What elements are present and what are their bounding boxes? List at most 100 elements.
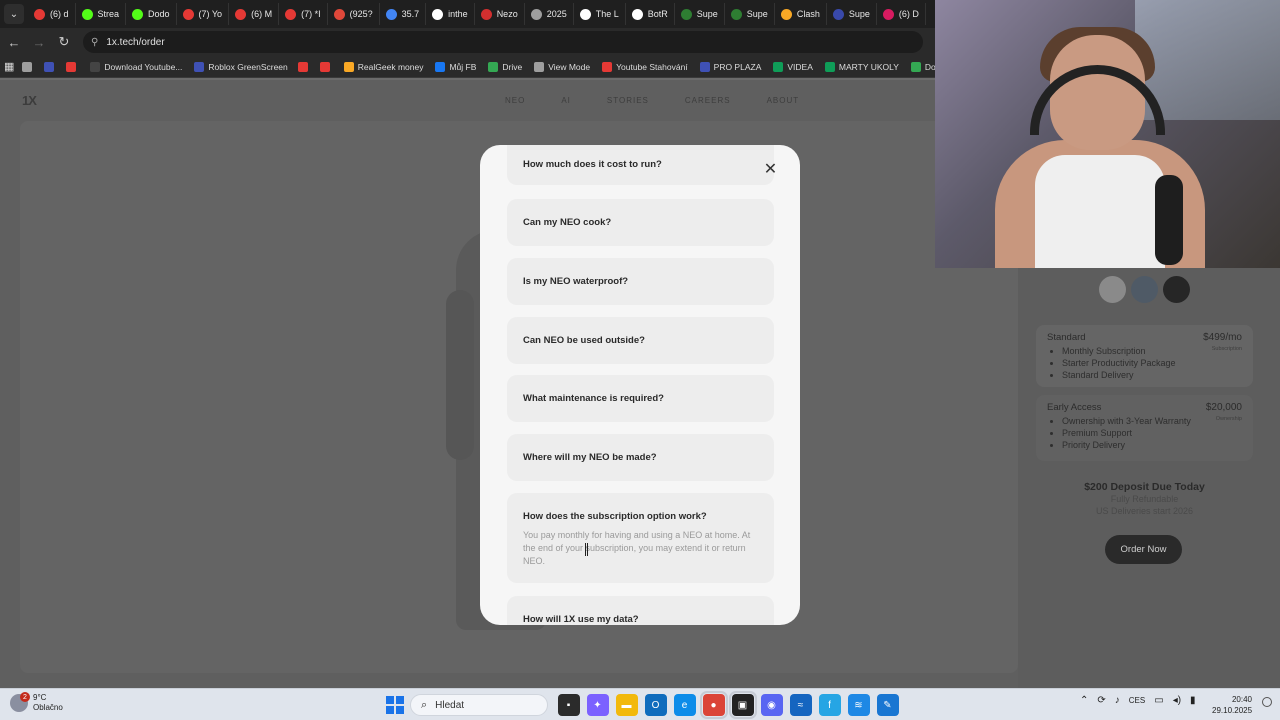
color-swatch-black[interactable] xyxy=(1163,276,1190,303)
bookmark-label: MARTY UKOLY xyxy=(838,61,899,72)
microphone-icon[interactable]: ♪ xyxy=(1115,695,1120,706)
browser-tab[interactable]: Dodo xyxy=(126,3,177,25)
bookmark-item[interactable]: Drive xyxy=(482,61,528,72)
chevron-down-icon[interactable]: ⌄ xyxy=(4,4,24,24)
bookmark-item[interactable]: Můj FB xyxy=(429,61,482,72)
browser-tab[interactable]: 2025 xyxy=(525,3,574,25)
clock[interactable]: 20:40 29.10.2025 xyxy=(1212,694,1252,716)
nav-link-neo[interactable]: NEO xyxy=(505,96,525,105)
taskbar-search[interactable]: ⌕ Hledat xyxy=(410,694,548,716)
forward-icon[interactable]: → xyxy=(28,31,50,53)
close-icon[interactable]: ✕ xyxy=(762,160,779,178)
browser-tab[interactable]: (7) *I xyxy=(279,3,328,25)
sync-icon[interactable]: ⟳ xyxy=(1097,695,1105,706)
apps-icon[interactable]: ▦ xyxy=(0,60,18,73)
notifications-icon[interactable] xyxy=(1262,697,1272,707)
network-icon[interactable]: ▭ xyxy=(1154,695,1163,706)
bookmark-favicon-icon xyxy=(319,61,330,72)
copilot-icon[interactable]: ✦ xyxy=(586,694,609,716)
tab-favicon-icon xyxy=(579,8,591,20)
bookmark-label: PRO PLAZA xyxy=(713,61,762,72)
site-info-icon[interactable]: ⚲ xyxy=(91,37,98,48)
order-now-button[interactable]: Order Now xyxy=(1105,535,1182,564)
tab-label: Supe xyxy=(848,9,870,19)
app-icon[interactable]: ✎ xyxy=(876,694,899,716)
tab-favicon-icon xyxy=(182,8,194,20)
nav-link-careers[interactable]: CAREERS xyxy=(685,96,731,105)
browser-tab[interactable]: Clash xyxy=(775,3,827,25)
bookmark-item[interactable] xyxy=(62,61,84,72)
site-logo[interactable]: 1X xyxy=(22,93,37,108)
plan-early-access[interactable]: Early Access $20,000 Ownership Ownership… xyxy=(1036,395,1253,461)
bookmark-item[interactable]: VIDEA xyxy=(767,61,819,72)
bookmark-item[interactable]: Youtube Stahování xyxy=(596,61,694,72)
bookmark-item[interactable]: View Mode xyxy=(528,61,596,72)
weather-widget[interactable]: 2 9°C Oblačno xyxy=(10,692,63,713)
browser-tab[interactable]: (7) Yo xyxy=(177,3,230,25)
chrome-icon[interactable]: ● xyxy=(699,691,728,719)
app-icon[interactable]: ≋ xyxy=(847,694,870,716)
browser-toolbar: ← → ↻ ⚲ 1x.tech/order xyxy=(0,28,935,56)
app-icon[interactable]: ≈ xyxy=(789,694,812,716)
browser-tab[interactable]: Strea xyxy=(76,3,127,25)
browser-tab[interactable]: Nezo xyxy=(475,3,525,25)
browser-tab[interactable]: Supe xyxy=(725,3,775,25)
app-icon[interactable]: f xyxy=(818,694,841,716)
task-view-icon[interactable]: ▪ xyxy=(557,694,580,716)
bookmark-item[interactable]: MARTY UKOLY xyxy=(819,61,905,72)
browser-tab[interactable]: (6) M xyxy=(229,3,280,25)
windows-start-icon[interactable] xyxy=(386,696,404,714)
language-indicator[interactable]: CES xyxy=(1129,696,1145,705)
browser-tab[interactable]: Supe xyxy=(827,3,877,25)
notification-badge: 2 xyxy=(20,692,30,702)
terminal-icon[interactable]: ▣ xyxy=(728,691,757,719)
nav-link-stories[interactable]: STORIES xyxy=(607,96,649,105)
faq-answer: You pay monthly for having and using a N… xyxy=(523,530,751,566)
windows-taskbar: 2 9°C Oblačno ⌕ Hledat ▪ ✦ ▬ O e ● ▣ ◉ ≈… xyxy=(0,688,1280,720)
bookmark-item[interactable] xyxy=(18,61,40,72)
bookmark-item[interactable]: Roblox GreenScreen xyxy=(188,61,293,72)
browser-tab[interactable]: inthe xyxy=(426,3,475,25)
discord-icon[interactable]: ◉ xyxy=(760,694,783,716)
bookmark-item[interactable] xyxy=(40,61,62,72)
chevron-up-icon[interactable]: ⌃ xyxy=(1080,695,1088,706)
outlook-icon[interactable]: O xyxy=(644,694,667,716)
faq-item-expanded[interactable]: How does the subscription option work? Y… xyxy=(507,493,774,583)
browser-tab[interactable]: The L xyxy=(574,3,626,25)
address-bar[interactable]: ⚲ 1x.tech/order xyxy=(83,31,923,53)
back-icon[interactable]: ← xyxy=(3,31,25,53)
faq-item[interactable]: Can NEO be used outside? xyxy=(507,317,774,364)
faq-question: Can NEO be used outside? xyxy=(523,335,645,346)
tab-label: Nezo xyxy=(496,9,518,19)
bookmark-item[interactable] xyxy=(316,61,338,72)
browser-tab[interactable]: (925? xyxy=(328,3,380,25)
faq-item[interactable]: How much does it cost to run? xyxy=(507,145,774,185)
browser-tab[interactable]: Supe xyxy=(675,3,725,25)
edge-icon[interactable]: e xyxy=(673,694,696,716)
faq-item[interactable]: Is my NEO waterproof? xyxy=(507,258,774,305)
reload-icon[interactable]: ↻ xyxy=(53,31,75,53)
browser-tab[interactable]: 35.7 xyxy=(380,3,427,25)
browser-tab[interactable]: (6) D xyxy=(877,3,926,25)
faq-item[interactable]: What maintenance is required? xyxy=(507,375,774,422)
bookmark-favicon-icon xyxy=(699,61,710,72)
color-swatch-grey[interactable] xyxy=(1131,276,1158,303)
nav-link-ai[interactable]: AI xyxy=(561,96,571,105)
faq-item[interactable]: How will 1X use my data? xyxy=(507,596,774,625)
faq-item[interactable]: Can my NEO cook? xyxy=(507,199,774,246)
volume-icon[interactable]: ◂) xyxy=(1173,695,1181,706)
nav-link-about[interactable]: ABOUT xyxy=(767,96,800,105)
tab-label: 35.7 xyxy=(401,9,420,19)
faq-item[interactable]: Where will my NEO be made? xyxy=(507,434,774,481)
browser-tab[interactable]: (6) d xyxy=(28,3,76,25)
browser-tab[interactable]: BotR xyxy=(626,3,675,25)
bookmark-item[interactable]: Download Youtube... xyxy=(84,61,188,72)
bookmark-item[interactable]: RealGeek money xyxy=(338,61,430,72)
bookmark-item[interactable]: PRO PLAZA xyxy=(694,61,768,72)
bookmark-favicon-icon xyxy=(22,61,33,72)
plan-standard[interactable]: Standard $499/mo Subscription Monthly Su… xyxy=(1036,325,1253,387)
color-swatch-light[interactable] xyxy=(1099,276,1126,303)
file-explorer-icon[interactable]: ▬ xyxy=(615,694,638,716)
bookmark-item[interactable] xyxy=(294,61,316,72)
battery-icon[interactable]: ▮ xyxy=(1190,695,1196,706)
